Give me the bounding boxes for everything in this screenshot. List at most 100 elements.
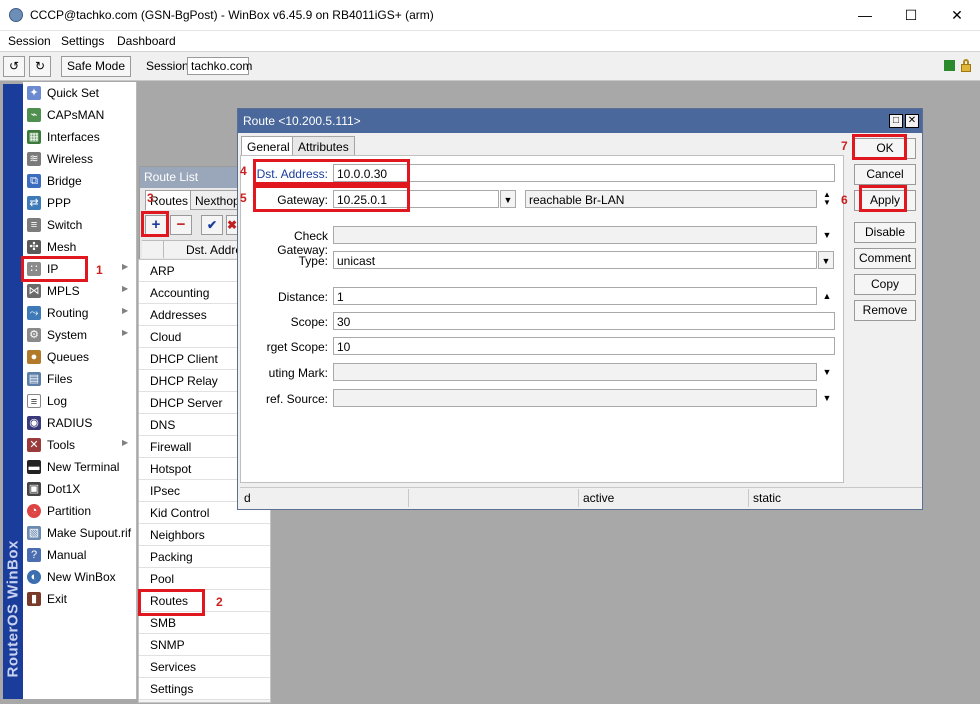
toolbar: ↺ ↻ Safe Mode Session: tachko.com [0,51,980,81]
remove-route-button[interactable]: − [170,215,192,235]
minus-icon: − [176,216,186,233]
menu-item-radius[interactable]: ◉ RADIUS [23,412,137,434]
chevron-down-icon: ▼ [821,256,831,266]
type-dropdown-button[interactable]: ▼ [818,251,834,269]
menu-item-partition[interactable]: ◔ Partition [23,500,137,522]
menu-session[interactable]: Session [8,34,51,48]
cancel-button[interactable]: Cancel [854,164,916,185]
dialog-status-bar: d active static [240,487,922,507]
menu-item-routing[interactable]: ⤳ Routing ▶ [23,302,137,324]
highlight-gateway [253,185,410,212]
menu-item-queues[interactable]: ● Queues [23,346,137,368]
routing-mark-label: uting Mark: [268,366,328,380]
dialog-maximize-button[interactable]: □ [889,114,903,128]
lock-icon [961,59,971,72]
menu-dashboard[interactable]: Dashboard [117,34,176,48]
menu-item-system[interactable]: ⚙ System ▶ [23,324,137,346]
step-number-1: 1 [96,263,103,277]
exit-icon: ▮ [27,592,41,606]
check-gateway-select[interactable] [333,226,817,244]
chevron-down-icon: ▼ [503,195,513,205]
menu-item-files[interactable]: ▤ Files [23,368,137,390]
log-icon: ≡ [27,394,41,408]
submenu-arrow-icon: ▶ [122,328,129,337]
menu-item-capsman[interactable]: ⌁ CAPsMAN [23,104,137,126]
queues-icon: ● [27,350,41,364]
target-scope-label: rget Scope: [266,340,328,354]
submenu-item-neighbors[interactable]: Neighbors [139,524,270,546]
menu-bar: Session Settings Dashboard [0,31,980,51]
gateway-spin-icon[interactable]: ▲ ▼ [819,190,835,208]
menu-item-bridge[interactable]: ⧉ Bridge [23,170,137,192]
submenu-item-snmp[interactable]: SNMP [139,634,270,656]
menu-item-make-supout[interactable]: ▧ Make Supout.rif [23,522,137,544]
status-cell-1: d [244,491,251,505]
menu-item-new-terminal[interactable]: ▬ New Terminal [23,456,137,478]
distance-input[interactable]: 1 [333,287,817,305]
check-gateway-dropdown-icon[interactable]: ▼ [819,226,835,244]
gateway-status-field: reachable Br-LAN [525,190,817,208]
submenu-item-settings[interactable]: Settings [139,678,270,700]
distance-collapse-icon[interactable]: ▲ [819,287,835,305]
step-number-2: 2 [216,595,223,609]
submenu-item-services[interactable]: Services [139,656,270,678]
menu-item-tools[interactable]: ✕ Tools ▶ [23,434,137,456]
routing-mark-dropdown-icon[interactable]: ▼ [819,363,835,381]
safe-mode-button[interactable]: Safe Mode [61,56,131,77]
manual-icon: ? [27,548,41,562]
capsman-icon: ⌁ [27,108,41,122]
submenu-item-packing[interactable]: Packing [139,546,270,568]
menu-item-mesh[interactable]: ✣ Mesh [23,236,137,258]
dialog-close-button[interactable]: ✕ [905,114,919,128]
scope-label: Scope: [290,315,328,329]
menu-item-interfaces[interactable]: ▦ Interfaces [23,126,137,148]
menu-item-switch[interactable]: ≡ Switch [23,214,137,236]
redo-icon: ↻ [34,59,46,73]
highlight-ok [852,134,907,160]
close-button[interactable]: ✕ [934,0,980,31]
title-bar: CCCP@tachko.com (GSN-BgPost) - WinBox v6… [0,0,980,31]
target-scope-input[interactable]: 10 [333,337,835,355]
supout-icon: ▧ [27,526,41,540]
menu-item-log[interactable]: ≡ Log [23,390,137,412]
maximize-button[interactable]: ☐ [888,0,934,31]
menu-item-mpls[interactable]: ⋈ MPLS ▶ [23,280,137,302]
scope-input[interactable]: 30 [333,312,835,330]
step-number-7: 7 [841,139,848,153]
interfaces-icon: ▦ [27,130,41,144]
menu-item-ppp[interactable]: ⇄ PPP [23,192,137,214]
status-cell-active: active [578,489,748,507]
routing-mark-select[interactable] [333,363,817,381]
highlight-add-button [141,211,169,237]
check-icon: ✔ [206,218,218,232]
route-list-header: Dst. Address [142,240,254,258]
disable-button[interactable]: Disable [854,222,916,243]
submenu-item-pool[interactable]: Pool [139,568,270,590]
winbox-icon: ◐ [27,570,41,584]
minimize-button[interactable]: — [842,0,888,31]
enable-route-button[interactable]: ✔ [201,215,223,235]
pref-source-dropdown-icon[interactable]: ▼ [819,389,835,407]
undo-button[interactable]: ↺ [3,56,25,77]
menu-item-wireless[interactable]: ≋ Wireless [23,148,137,170]
type-select[interactable]: unicast [333,251,817,269]
menu-item-quick-set[interactable]: ✦ Quick Set [23,82,137,104]
session-field[interactable]: tachko.com [187,57,252,75]
highlight-routes [138,589,205,616]
remove-button[interactable]: Remove [854,300,916,321]
tab-general[interactable]: General [241,136,296,156]
menu-item-manual[interactable]: ? Manual [23,544,137,566]
menu-item-exit[interactable]: ▮ Exit [23,588,137,610]
tab-attributes[interactable]: Attributes [292,136,355,156]
menu-item-new-winbox[interactable]: ◐ New WinBox [23,566,137,588]
session-label: Session: [146,59,193,73]
comment-button[interactable]: Comment [854,248,916,269]
highlight-ip [21,256,88,282]
pref-source-select[interactable] [333,389,817,407]
submenu-arrow-icon: ▶ [122,262,129,271]
copy-button[interactable]: Copy [854,274,916,295]
menu-settings[interactable]: Settings [61,34,104,48]
gateway-dropdown-button[interactable]: ▼ [500,190,516,208]
menu-item-dot1x[interactable]: ▣ Dot1X [23,478,137,500]
redo-button[interactable]: ↻ [29,56,51,77]
